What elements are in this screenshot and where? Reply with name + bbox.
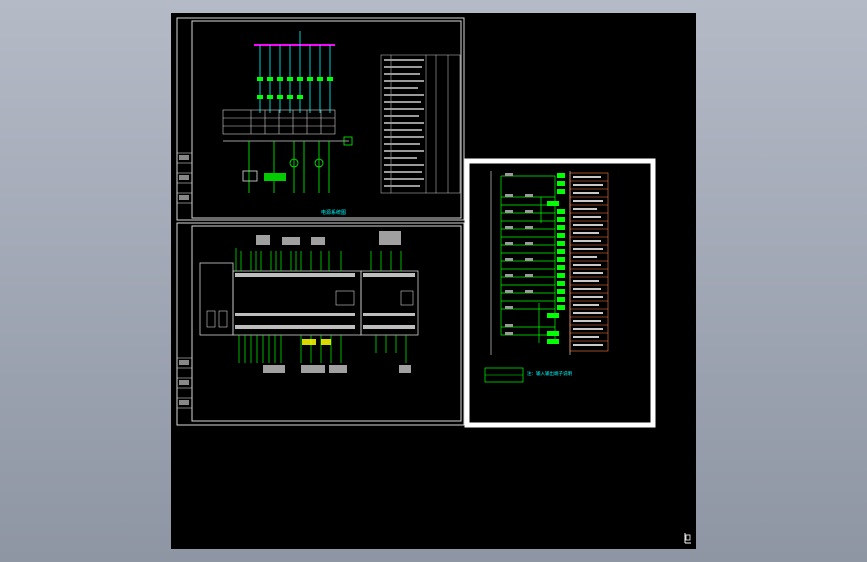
sheet-plc-wiring [176, 222, 465, 426]
ucs-axis-icon [684, 529, 692, 544]
cad-viewport[interactable]: 电源系统图 注：输入输出端子说明 [0, 0, 867, 562]
plc-labels [256, 231, 411, 373]
plc-input-wiring [235, 248, 402, 271]
sheet-io-ladder: 注：输入输出端子说明 [464, 158, 656, 428]
breaker-symbols [257, 77, 333, 99]
io-description-table [569, 172, 609, 352]
cad-drawing-svg: 电源系统图 注：输入输出端子说明 [176, 17, 656, 428]
load-branches [248, 141, 330, 193]
sheet2-title-strip [177, 357, 192, 409]
plc-power-module [199, 262, 234, 336]
ladder-coils [547, 173, 565, 344]
sheet1-title-strip [177, 152, 192, 204]
green-load-block [264, 173, 286, 181]
feeder-branches [259, 31, 331, 113]
feeder-table [222, 109, 336, 135]
plc-note: 注：输入输出端子说明 [527, 370, 572, 377]
sheet-power-system: 电源系统图 [176, 17, 465, 221]
drawing-canvas[interactable]: 电源系统图 注：输入输出端子说明 [171, 13, 696, 549]
plc-terminals-top [235, 273, 415, 329]
component-list-rows [384, 59, 424, 187]
sheet1-caption: 电源系统图 [321, 209, 346, 216]
